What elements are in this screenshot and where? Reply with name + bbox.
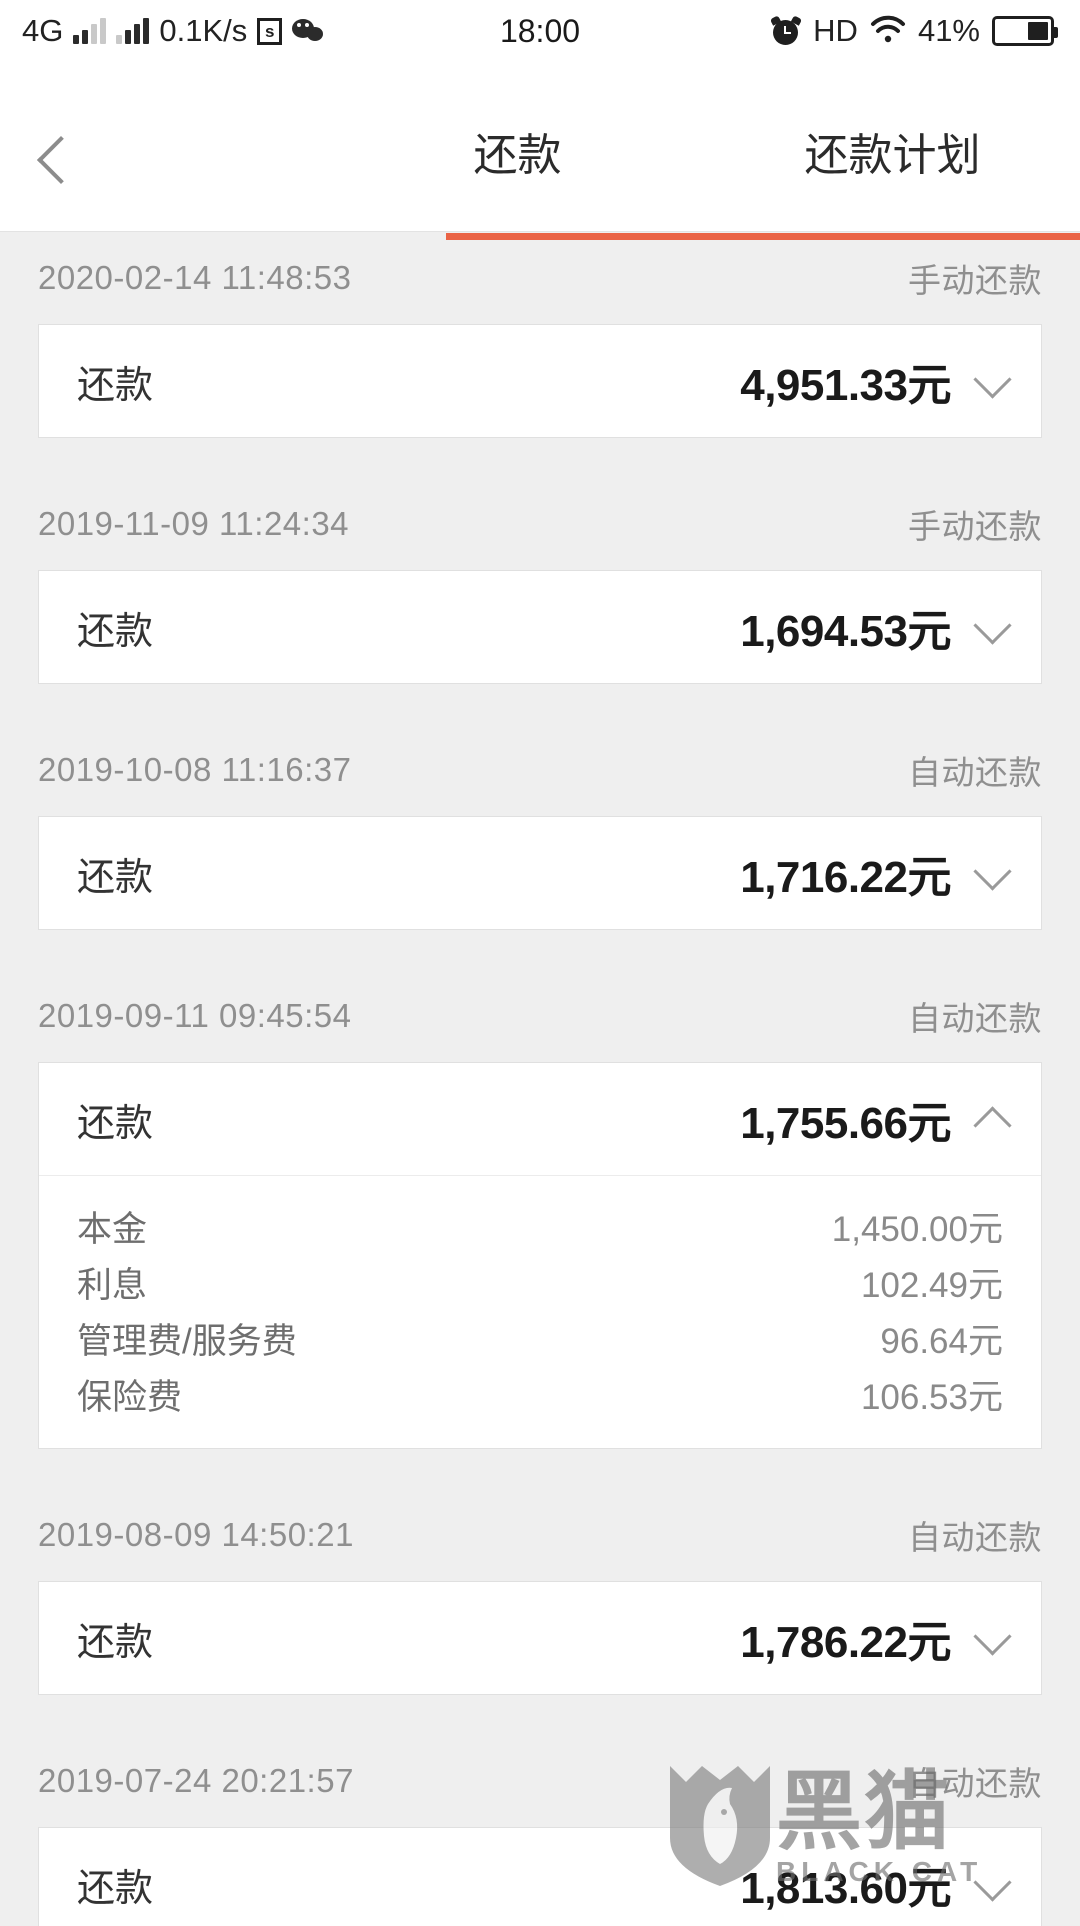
chevron-down-icon[interactable] — [977, 364, 1011, 398]
repayment-row-right: 1,786.22元 — [740, 1606, 1011, 1670]
repayment-main-row[interactable]: 还款 4,951.33元 — [39, 325, 1041, 437]
repayment-detail-label: 利息 — [77, 1257, 147, 1308]
repayment-group: 2019-11-09 11:24:34 手动还款还款 1,694.53元 — [0, 478, 1080, 684]
repayment-detail-label: 管理费/服务费 — [77, 1313, 297, 1364]
repayment-detail-row: 利息 102.49元 — [77, 1254, 1003, 1310]
repayment-main-row[interactable]: 还款 1,716.22元 — [39, 817, 1041, 929]
repayment-detail-label: 保险费 — [77, 1369, 182, 1420]
repayment-row-right: 1,694.53元 — [740, 595, 1011, 659]
status-bar: 4G 0.1K/s s 18:00 HD 41% — [0, 0, 1080, 62]
repayment-date: 2020-02-14 11:48:53 — [38, 259, 351, 297]
repayment-date: 2019-07-24 20:21:57 — [38, 1762, 354, 1800]
chevron-down-icon[interactable] — [977, 1867, 1011, 1901]
repayment-mode: 自动还款 — [908, 1757, 1042, 1805]
repayment-mode: 手动还款 — [908, 254, 1042, 302]
repayment-amount: 4,951.33元 — [740, 349, 951, 413]
repayment-mode: 自动还款 — [908, 992, 1042, 1040]
repayment-row-label: 还款 — [77, 1092, 153, 1147]
repayment-detail-value: 96.64元 — [880, 1313, 1003, 1364]
repayment-meta: 2019-10-08 11:16:37 自动还款 — [0, 724, 1080, 816]
repayment-detail-label: 本金 — [77, 1201, 147, 1252]
repayment-row-right: 1,813.60元 — [740, 1852, 1011, 1916]
wifi-icon — [870, 14, 906, 49]
repayment-row-label: 还款 — [77, 846, 153, 901]
repayment-detail-row: 本金 1,450.00元 — [77, 1198, 1003, 1254]
repayment-mode: 手动还款 — [908, 500, 1042, 548]
repayment-main-row[interactable]: 还款 1,755.66元 — [39, 1063, 1041, 1175]
repayment-meta: 2019-09-11 09:45:54 自动还款 — [0, 970, 1080, 1062]
alarm-icon — [771, 16, 801, 46]
tab-bar: 还款 还款计划 — [330, 124, 1080, 232]
repayment-amount: 1,716.22元 — [740, 841, 951, 905]
repayment-amount: 1,786.22元 — [740, 1606, 951, 1670]
repayment-meta: 2019-08-09 14:50:21 自动还款 — [0, 1489, 1080, 1581]
battery-icon — [992, 16, 1054, 46]
repayment-meta: 2019-11-09 11:24:34 手动还款 — [0, 478, 1080, 570]
repayment-card: 还款 1,786.22元 — [38, 1581, 1042, 1695]
tab-repayment[interactable]: 还款 — [330, 124, 705, 232]
repayment-meta: 2019-07-24 20:21:57 自动还款 — [0, 1735, 1080, 1827]
repayment-meta: 2020-02-14 11:48:53 手动还款 — [0, 232, 1080, 324]
repayment-date: 2019-08-09 14:50:21 — [38, 1516, 354, 1554]
repayment-detail-value: 102.49元 — [861, 1257, 1003, 1308]
repayment-row-label: 还款 — [77, 354, 153, 409]
status-bar-right: HD 41% — [771, 0, 1054, 62]
repayment-amount: 1,755.66元 — [740, 1087, 951, 1151]
repayment-date: 2019-10-08 11:16:37 — [38, 751, 351, 789]
repayment-main-row[interactable]: 还款 1,813.60元 — [39, 1828, 1041, 1926]
repayment-mode: 自动还款 — [908, 746, 1042, 794]
chevron-down-icon[interactable] — [977, 1621, 1011, 1655]
tab-repayment-plan[interactable]: 还款计划 — [705, 124, 1080, 232]
repayment-group: 2019-08-09 14:50:21 自动还款还款 1,786.22元 — [0, 1489, 1080, 1695]
repayment-group: 2020-02-14 11:48:53 手动还款还款 4,951.33元 — [0, 232, 1080, 438]
repayment-card: 还款 4,951.33元 — [38, 324, 1042, 438]
chevron-up-icon[interactable] — [977, 1102, 1011, 1136]
repayment-row-label: 还款 — [77, 1611, 153, 1666]
battery-percent-label: 41% — [918, 13, 980, 49]
repayment-group: 2019-10-08 11:16:37 自动还款还款 1,716.22元 — [0, 724, 1080, 930]
repayment-amount: 1,694.53元 — [740, 595, 951, 659]
repayment-card: 还款 1,755.66元本金 1,450.00元利息 102.49元管理费/服务费 96… — [38, 1062, 1042, 1449]
repayment-amount: 1,813.60元 — [740, 1852, 951, 1916]
repayment-group: 2019-07-24 20:21:57 自动还款还款 1,813.60元 — [0, 1735, 1080, 1926]
tab-active-indicator — [446, 233, 1080, 240]
repayment-row-right: 4,951.33元 — [740, 349, 1011, 413]
repayment-detail-value: 1,450.00元 — [832, 1201, 1003, 1252]
repayment-row-right: 1,755.66元 — [740, 1087, 1011, 1151]
hd-label: HD — [813, 13, 858, 49]
repayment-group: 2019-09-11 09:45:54 自动还款还款 1,755.66元本金 1,45… — [0, 970, 1080, 1449]
clock-label: 18:00 — [500, 13, 580, 49]
repayment-card: 还款 1,813.60元 — [38, 1827, 1042, 1926]
repayment-main-row[interactable]: 还款 1,694.53元 — [39, 571, 1041, 683]
chevron-down-icon[interactable] — [977, 610, 1011, 644]
repayment-date: 2019-09-11 09:45:54 — [38, 997, 351, 1035]
repayment-row-label: 还款 — [77, 1857, 153, 1912]
repayment-detail-row: 管理费/服务费 96.64元 — [77, 1310, 1003, 1366]
back-chevron-icon[interactable] — [34, 132, 74, 192]
repayment-list: 2020-02-14 11:48:53手动还款还款4,951.33元2019-1… — [0, 232, 1080, 1926]
repayment-card: 还款 1,694.53元 — [38, 570, 1042, 684]
chevron-down-icon[interactable] — [977, 856, 1011, 890]
repayment-row-label: 还款 — [77, 600, 153, 655]
repayment-detail-value: 106.53元 — [861, 1369, 1003, 1420]
navigation-bar: 还款 还款计划 — [0, 62, 1080, 232]
repayment-card: 还款 1,716.22元 — [38, 816, 1042, 930]
repayment-row-right: 1,716.22元 — [740, 841, 1011, 905]
repayment-main-row[interactable]: 还款 1,786.22元 — [39, 1582, 1041, 1694]
repayment-date: 2019-11-09 11:24:34 — [38, 505, 349, 543]
repayment-details: 本金 1,450.00元利息 102.49元管理费/服务费 96.64元保险费 106.… — [39, 1175, 1041, 1448]
repayment-mode: 自动还款 — [908, 1511, 1042, 1559]
repayment-detail-row: 保险费 106.53元 — [77, 1366, 1003, 1422]
